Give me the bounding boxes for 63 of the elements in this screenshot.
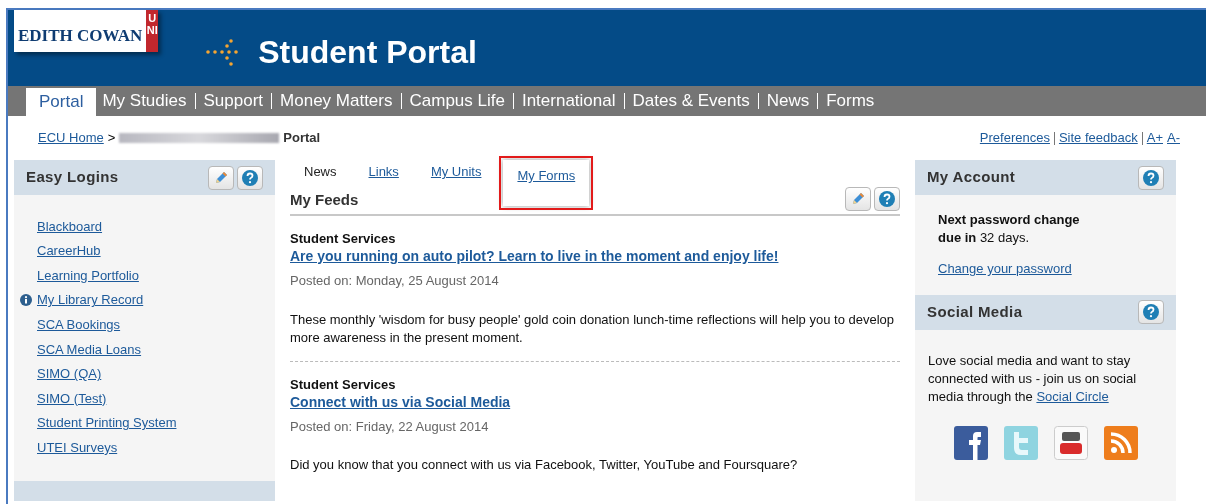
posted-date: Posted on: Friday, 22 August 2014 (290, 417, 490, 436)
logo-text: EDITH COWAN (17, 25, 144, 48)
feed-headline[interactable]: Are you running on auto pilot? Learn to live in the moment and enjoy life! (290, 247, 900, 265)
panel-title: My Account (927, 167, 1016, 188)
feeds-title: My Feeds (290, 189, 359, 210)
change-password-link[interactable]: Change your password (938, 259, 1153, 279)
login-link[interactable]: SIMO (QA) (37, 364, 102, 384)
utility-link[interactable]: Preferences (979, 128, 1050, 148)
feed-body: These monthly 'wisdom for busy people' gold coin donation lunch-time reflections will help you to develop more awareness in the present moment. (290, 310, 896, 347)
utility-link[interactable]: A+ (1146, 128, 1163, 148)
utility-link[interactable]: Site feedback (1058, 128, 1138, 148)
posted-date: Posted on: Monday, 25 August 2014 (290, 272, 500, 290)
help-icon (241, 168, 259, 187)
login-link[interactable]: UTEI Surveys (37, 437, 118, 458)
social-circle-link[interactable]: Social Circle (1036, 388, 1109, 404)
feed-tab[interactable]: News (294, 162, 347, 182)
feed-source: Student Services (290, 375, 397, 393)
nav-tab[interactable]: Portal (26, 88, 97, 116)
feed-source: Student Services (290, 230, 397, 247)
login-link[interactable]: Student Printing System (37, 413, 177, 433)
pencil-icon (850, 191, 866, 207)
video-icon[interactable] (1053, 425, 1088, 460)
edit-button[interactable] (845, 187, 871, 211)
login-link[interactable]: Blackboard (37, 216, 103, 237)
login-link[interactable]: Learning Portfolio (37, 265, 139, 286)
feed-tab[interactable]: My Units (420, 162, 492, 182)
nav-tab[interactable]: Money Matters (274, 86, 399, 116)
login-link[interactable]: SIMO (Test) (37, 388, 107, 409)
nav-tab[interactable]: Dates & Events (626, 86, 756, 116)
feed-headline[interactable]: Connect with us via Social Media (290, 392, 900, 411)
portal-title: Student Portal (258, 33, 477, 72)
help-button[interactable] (874, 187, 900, 211)
password-notice: Next password change due in 32 days. (938, 211, 1081, 247)
utility-link[interactable]: A- (1167, 128, 1180, 148)
help-icon (878, 190, 896, 208)
feed-tab[interactable]: Links (358, 162, 409, 182)
facebook-icon[interactable] (953, 425, 988, 460)
help-button[interactable] (237, 165, 263, 190)
pencil-icon (213, 169, 229, 186)
help-button[interactable] (1138, 300, 1164, 324)
help-button[interactable] (1138, 165, 1164, 190)
nav-tab[interactable]: Campus Life (403, 86, 511, 116)
panel-title: Easy Logins (26, 167, 119, 188)
feed-body: Did you know that you connect with us via Facebook, Twitter, YouTube and Foursquare? (290, 456, 799, 474)
login-link[interactable]: SCA Bookings (37, 314, 121, 335)
login-link[interactable]: My Library Record (37, 290, 144, 310)
panel-title: Social Media (927, 301, 1023, 322)
edit-button[interactable] (208, 165, 234, 190)
nav-tab[interactable]: My Studies (96, 86, 193, 116)
nav-tab[interactable]: Forms (820, 86, 881, 116)
breadcrumb-separator: > (107, 129, 116, 148)
nav-tab[interactable]: News (760, 86, 816, 116)
rss-icon[interactable] (1103, 425, 1138, 460)
social-text: Love social media and want to stay connected with us - join us on social media through the Social Circle (928, 351, 1138, 406)
breadcrumb-current: Portal (283, 129, 321, 148)
logo-tag: UNI (146, 10, 159, 52)
help-icon (1142, 168, 1160, 187)
help-icon (1142, 303, 1160, 321)
nav-tab[interactable]: International (515, 86, 622, 116)
login-link[interactable]: CareerHub (37, 241, 101, 261)
login-link[interactable]: SCA Media Loans (37, 339, 142, 359)
nav-tab[interactable]: Support (197, 86, 270, 116)
breadcrumb-link[interactable]: ECU Home (38, 128, 104, 148)
